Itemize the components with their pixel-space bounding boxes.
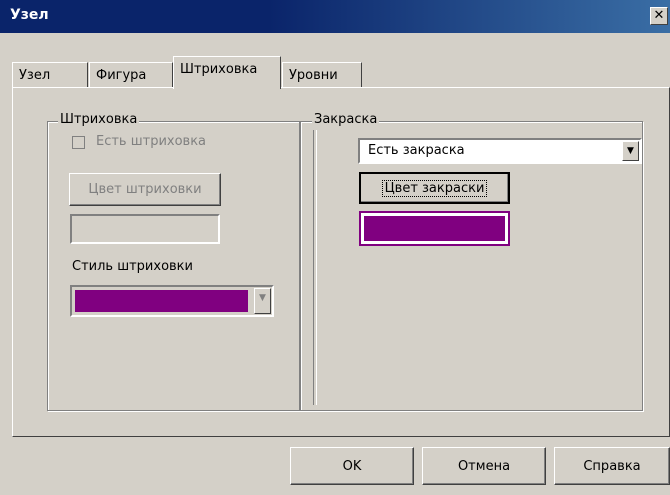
tab-figure[interactable]: Фигура [89, 62, 173, 88]
window-title: Узел [10, 7, 49, 23]
fill-color-swatch [359, 211, 510, 246]
tab-levels[interactable]: Уровни [282, 62, 362, 88]
has-hatching-label: Есть штриховка [96, 134, 207, 149]
fill-color-button[interactable]: Цвет закраски [359, 172, 510, 204]
help-button[interactable]: Справка [554, 447, 670, 485]
tab-figure-label: Фигура [96, 68, 147, 83]
tab-hatching-label: Штриховка [180, 62, 258, 77]
hatching-legend: Штриховка [58, 112, 140, 127]
fill-select-value: Есть закраска [368, 143, 465, 158]
ok-button[interactable]: OK [290, 447, 414, 485]
chevron-down-icon[interactable]: ▼ [622, 141, 639, 161]
tab-node[interactable]: Узел [12, 62, 88, 88]
fill-group [300, 121, 643, 411]
title-bar: Узел ✕ [0, 0, 670, 33]
hatching-color-swatch [70, 214, 220, 244]
fill-color-button-label: Цвет закраски [381, 179, 488, 197]
has-hatching-checkbox[interactable] [72, 136, 85, 149]
tab-hatching[interactable]: Штриховка [173, 56, 281, 89]
fill-legend: Закраска [312, 112, 380, 127]
chevron-down-icon[interactable]: ▼ [254, 288, 271, 314]
fill-select[interactable]: Есть закраска ▼ [358, 138, 642, 164]
hatching-style-select[interactable]: ▼ [70, 285, 274, 317]
hatching-style-label: Стиль штриховки [72, 259, 193, 274]
hatching-style-color-preview [75, 290, 248, 312]
close-icon[interactable]: ✕ [650, 7, 668, 25]
hatching-color-button[interactable]: Цвет штриховки [69, 173, 221, 206]
tab-node-label: Узел [19, 68, 51, 83]
cancel-button[interactable]: Отмена [422, 447, 546, 485]
fill-color-preview [364, 216, 505, 241]
fill-group-divider [313, 130, 317, 405]
tab-levels-label: Уровни [289, 68, 338, 83]
